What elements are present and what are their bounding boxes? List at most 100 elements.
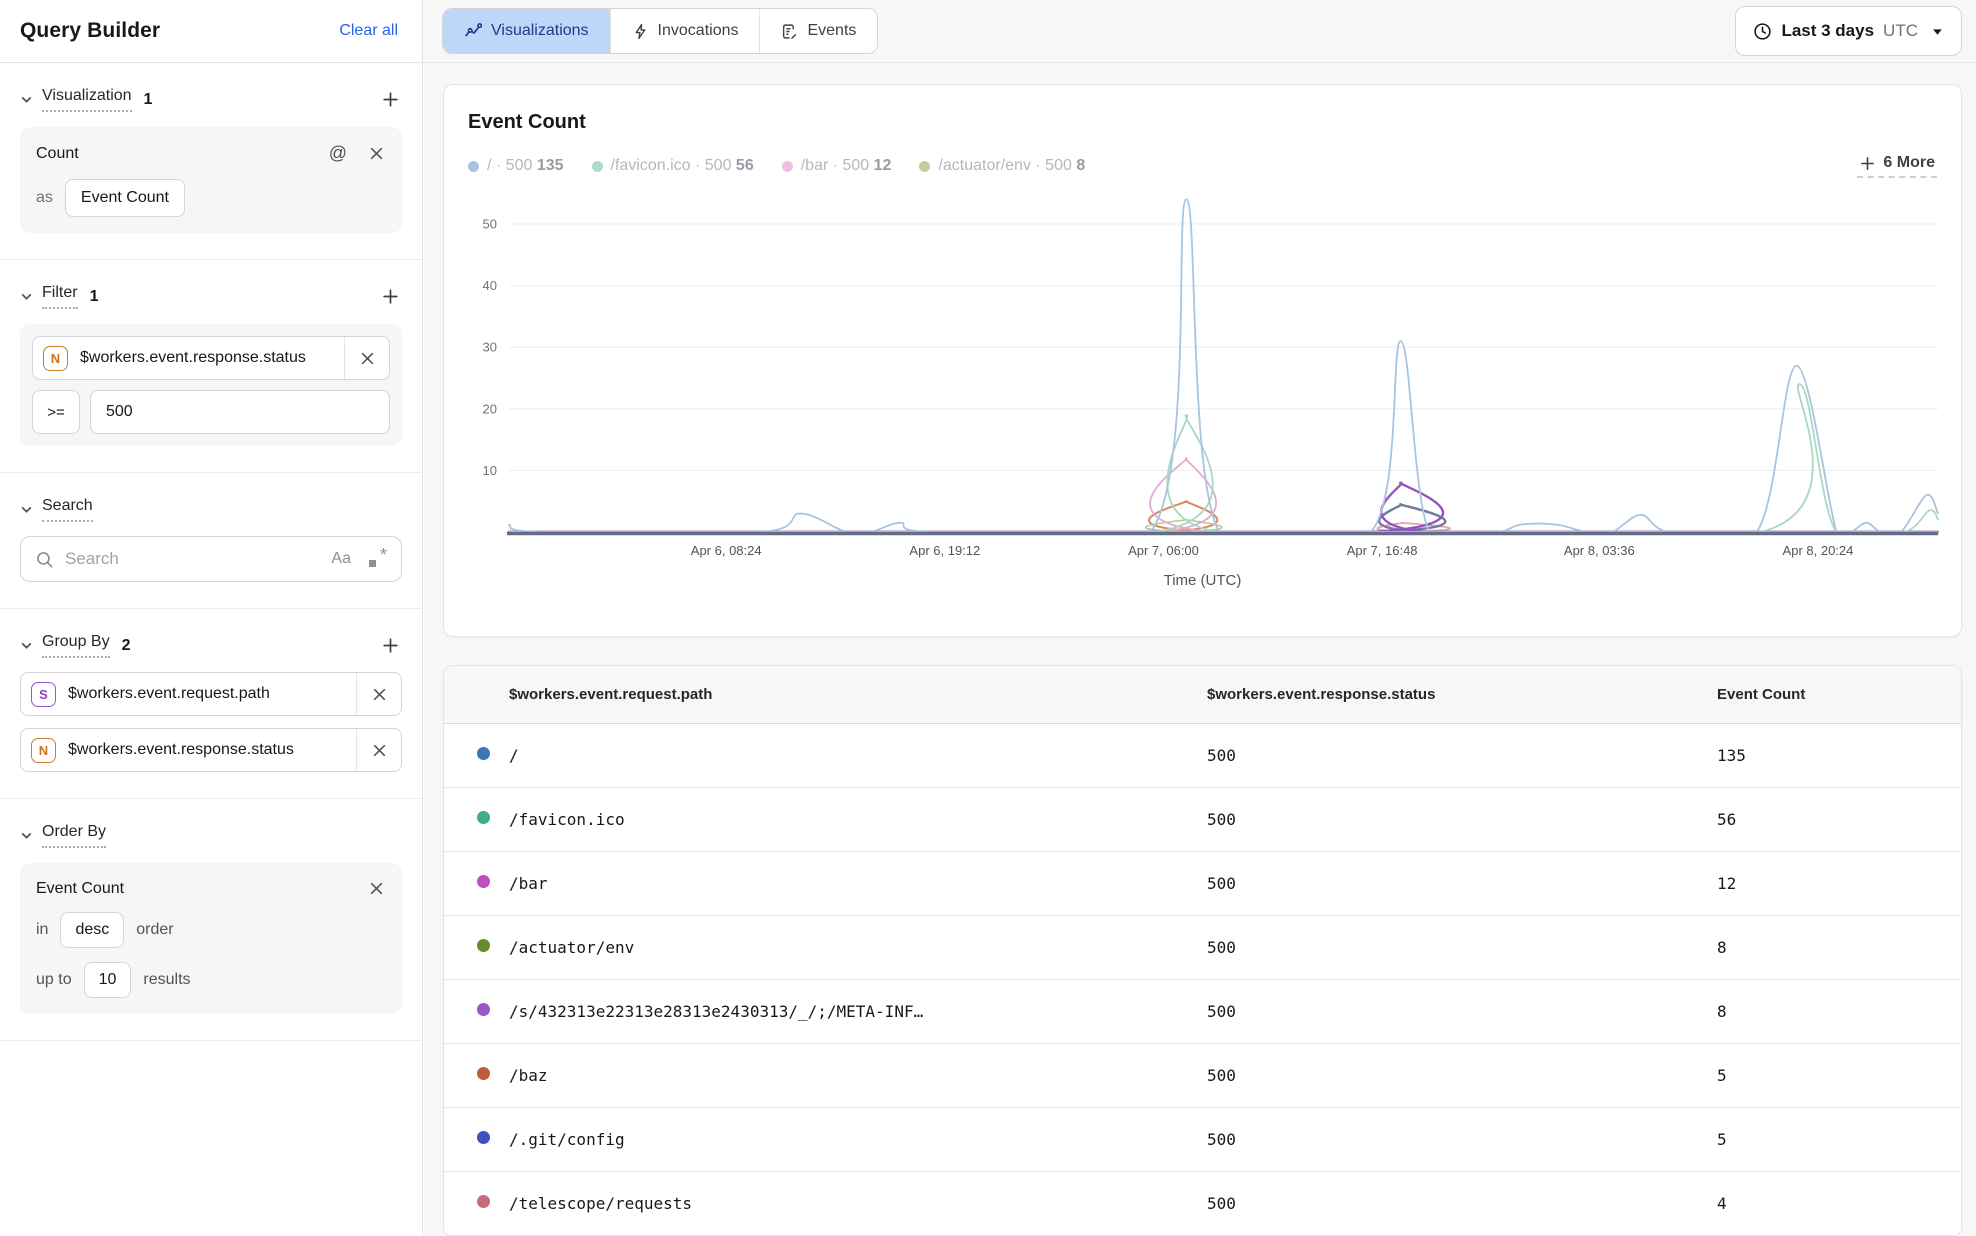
count-cell: 56 xyxy=(1717,810,1961,829)
visualization-alias-input[interactable]: Event Count xyxy=(65,179,185,217)
add-visualization-button[interactable] xyxy=(379,88,402,111)
chevron-down-icon xyxy=(1931,25,1944,38)
clear-all-button[interactable]: Clear all xyxy=(339,22,398,40)
chevron-down-icon[interactable] xyxy=(20,639,33,652)
table-row: /actuator/env5008 xyxy=(444,916,1961,980)
tab-visualizations[interactable]: Visualizations xyxy=(443,9,611,53)
series-dot xyxy=(477,875,490,888)
search-icon xyxy=(35,550,54,569)
series-line xyxy=(509,384,1938,532)
legend-label: /favicon.ico · 500 56 xyxy=(611,157,754,175)
legend-label: /actuator/env · 500 8 xyxy=(938,157,1085,175)
as-label: as xyxy=(36,189,53,207)
series-line xyxy=(509,483,1938,532)
plus-icon xyxy=(1859,155,1876,172)
add-filter-button[interactable] xyxy=(379,285,402,308)
count-cell: 4 xyxy=(1717,1194,1961,1213)
search-section: Search Search Aa * xyxy=(0,473,422,609)
search-section-label[interactable]: Search xyxy=(42,497,93,522)
count-cell: 135 xyxy=(1717,746,1961,765)
sidebar-header: Query Builder Clear all xyxy=(0,0,423,62)
tab-events[interactable]: Events xyxy=(760,9,877,53)
result-limit-input[interactable]: 10 xyxy=(84,962,132,998)
filter-count: 1 xyxy=(90,288,99,306)
x-tick-label: Apr 6, 19:12 xyxy=(909,543,980,558)
series-dot-cell xyxy=(477,747,509,765)
visualization-section-label[interactable]: Visualization xyxy=(42,87,132,112)
table-header-row: $workers.event.request.path$workers.even… xyxy=(444,666,1961,724)
column-header: $workers.event.request.path xyxy=(509,686,1207,703)
x-tick-label: Apr 7, 16:48 xyxy=(1347,543,1418,558)
filter-operator-select[interactable]: >= xyxy=(32,390,80,434)
legend-dot xyxy=(919,161,930,172)
y-tick-label: 20 xyxy=(483,401,497,416)
clock-icon xyxy=(1753,22,1772,41)
filter-value-input[interactable]: 500 xyxy=(90,390,390,434)
series-dot-cell xyxy=(477,1067,509,1085)
group-by-section: Group By 2 S$workers.event.request.pathN… xyxy=(0,609,422,799)
field-name: $workers.event.request.path xyxy=(68,685,356,703)
table-body: /500135/favicon.ico50056/bar50012/actuat… xyxy=(444,724,1961,1236)
group-by-section-label[interactable]: Group By xyxy=(42,633,110,658)
chevron-down-icon[interactable] xyxy=(20,93,33,106)
legend-count: 8 xyxy=(1076,157,1085,174)
group-by-field[interactable]: N$workers.event.response.status xyxy=(20,728,402,772)
bolt-icon xyxy=(632,23,649,40)
at-sign-icon[interactable]: @ xyxy=(329,143,347,164)
regex-toggle[interactable]: * xyxy=(367,549,387,569)
y-tick-label: 50 xyxy=(483,217,497,232)
top-bar: Query Builder Clear all Visualizations In… xyxy=(0,0,1976,63)
series-dot-cell xyxy=(477,1195,509,1213)
remove-visualization-button[interactable] xyxy=(367,144,386,163)
series-dot xyxy=(477,1067,490,1080)
remove-group-by-button[interactable] xyxy=(357,729,401,771)
type-badge-S: S xyxy=(31,682,56,707)
legend-count: 135 xyxy=(537,157,564,174)
order-by-section-label[interactable]: Order By xyxy=(42,823,106,848)
x-axis-title: Time (UTC) xyxy=(468,572,1937,589)
order-by-card: Event Count in desc order up to 10 resul… xyxy=(20,863,402,1014)
time-range-button[interactable]: Last 3 days UTC xyxy=(1735,6,1962,56)
series-dot-cell xyxy=(477,1003,509,1021)
legend-item: /favicon.ico · 500 56 xyxy=(592,157,754,175)
series-dot xyxy=(477,939,490,952)
add-group-by-button[interactable] xyxy=(379,634,402,657)
chevron-down-icon[interactable] xyxy=(20,290,33,303)
path-cell: /s/432313e22313e28313e2430313/_/;/META-I… xyxy=(509,1002,1207,1021)
chart-legend: / · 500 135/favicon.ico · 500 56/bar · 5… xyxy=(468,154,1937,178)
table-row: /.git/config5005 xyxy=(444,1108,1961,1172)
legend-more-button[interactable]: 6 More xyxy=(1857,154,1937,178)
in-label: in xyxy=(36,921,48,939)
chevron-down-icon[interactable] xyxy=(20,503,33,516)
group-by-field[interactable]: S $workers.event.request.path xyxy=(20,672,402,716)
chevron-down-icon[interactable] xyxy=(20,829,33,842)
filter-field[interactable]: N $workers.event.response.status xyxy=(32,336,390,380)
remove-group-by-button[interactable] xyxy=(357,673,401,715)
legend-label: / · 500 135 xyxy=(487,157,564,175)
table-row: /s/432313e22313e28313e2430313/_/;/META-I… xyxy=(444,980,1961,1044)
match-case-toggle[interactable]: Aa xyxy=(331,550,351,568)
legend-label: /bar · 500 12 xyxy=(801,157,892,175)
regex-asterisk-icon: * xyxy=(380,545,387,566)
series-line xyxy=(509,501,1938,532)
tab-label: Visualizations xyxy=(491,22,589,40)
filter-field-name: $workers.event.response.status xyxy=(80,349,344,367)
visualization-count: 1 xyxy=(144,91,153,109)
filter-section-label[interactable]: Filter xyxy=(42,284,78,309)
remove-order-by-button[interactable] xyxy=(367,879,386,898)
remove-filter-button[interactable] xyxy=(345,337,389,379)
visualization-card: Count @ as Event Count xyxy=(20,127,402,233)
tab-invocations[interactable]: Invocations xyxy=(611,9,761,53)
tab-label: Invocations xyxy=(658,22,739,40)
legend-count: 12 xyxy=(874,157,892,174)
close-icon xyxy=(372,687,387,702)
chart-title: Event Count xyxy=(468,111,1937,134)
y-tick-label: 40 xyxy=(483,278,497,293)
y-tick-label: 30 xyxy=(483,340,497,355)
order-direction-select[interactable]: desc xyxy=(60,912,124,948)
x-tick-label: Apr 6, 08:24 xyxy=(691,543,762,558)
path-cell: /actuator/env xyxy=(509,938,1207,957)
search-input[interactable]: Search Aa * xyxy=(20,536,402,582)
line-chart: 1020304050Apr 6, 08:24Apr 6, 19:12Apr 7,… xyxy=(468,182,1939,570)
legend-item: /actuator/env · 500 8 xyxy=(919,157,1085,175)
